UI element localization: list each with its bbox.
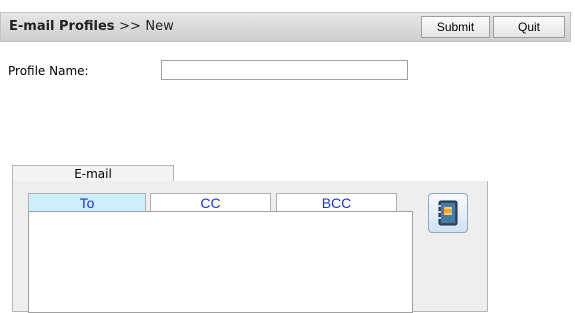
address-book-button[interactable] (428, 193, 468, 233)
breadcrumb-current: New (145, 19, 174, 34)
breadcrumb-separator: >> (119, 19, 141, 34)
tab-bcc[interactable]: BCC (276, 193, 397, 212)
profile-name-input[interactable] (161, 60, 408, 80)
submit-button[interactable]: Submit (421, 16, 490, 38)
profile-name-label: Profile Name: (8, 64, 89, 78)
breadcrumb-title: E-mail Profiles (9, 19, 115, 34)
tab-to[interactable]: To (28, 193, 146, 212)
recipients-textarea[interactable] (28, 211, 413, 313)
quit-button[interactable]: Quit (493, 16, 565, 38)
tab-cc[interactable]: CC (150, 193, 271, 212)
page-title: E-mail Profiles >> New (9, 19, 174, 34)
address-book-icon (438, 200, 458, 226)
tab-email[interactable]: E-mail (12, 165, 174, 182)
header-bar: E-mail Profiles >> New Submit Quit (0, 12, 571, 42)
